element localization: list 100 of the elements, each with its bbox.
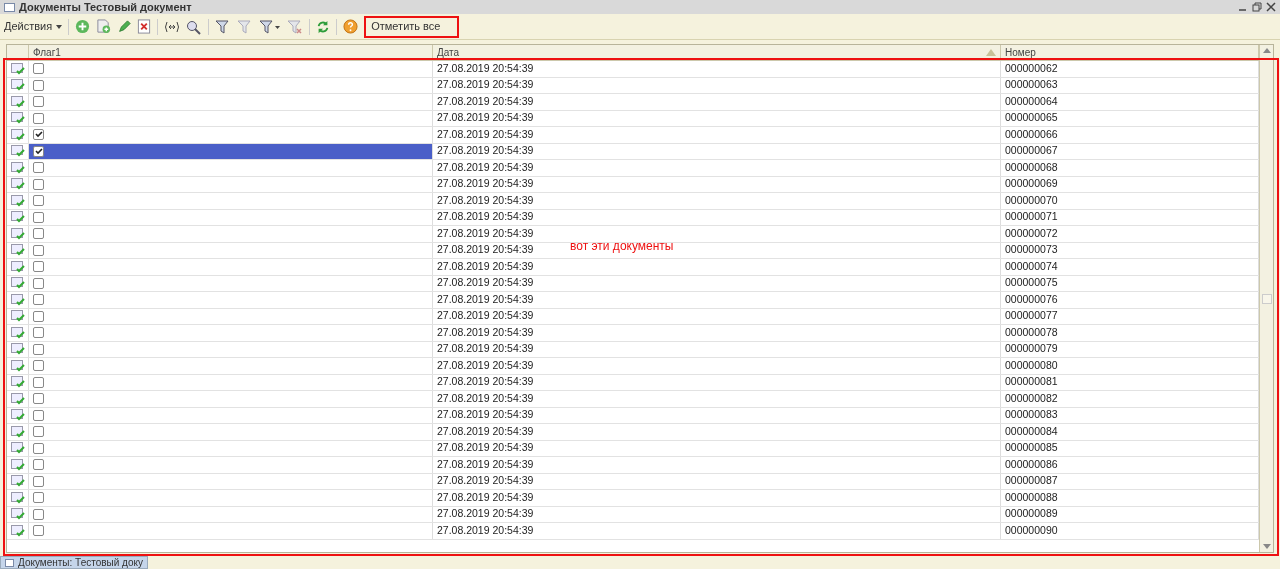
document-check-icon	[10, 326, 25, 339]
document-check-icon	[10, 343, 25, 356]
search-icon[interactable]	[186, 18, 203, 35]
document-check-icon	[10, 227, 25, 240]
document-check-icon	[10, 293, 25, 306]
document-check-icon	[10, 244, 25, 257]
document-check-icon	[10, 62, 25, 75]
checkbox[interactable]	[33, 112, 44, 124]
window-icon	[5, 558, 14, 567]
checkbox[interactable]	[33, 244, 44, 256]
table-cell: 27.08.2019 20:54:39	[433, 440, 1001, 456]
table-cell: 27.08.2019 20:54:39	[433, 391, 1001, 407]
document-check-icon	[10, 95, 25, 108]
checkbox[interactable]	[33, 195, 44, 207]
restore-icon[interactable]	[1252, 2, 1262, 12]
checkbox[interactable]	[33, 79, 44, 91]
window-title: Документы Тестовый документ	[19, 0, 192, 15]
pencil-icon[interactable]	[117, 19, 132, 34]
table-cell: 27.08.2019 20:54:39	[433, 457, 1001, 473]
table-cell: 27.08.2019 20:54:39	[433, 160, 1001, 176]
document-check-icon	[10, 392, 25, 405]
table-cell: 27.08.2019 20:54:39	[433, 325, 1001, 341]
taskbar-button[interactable]: Документы: Тестовый доку	[0, 556, 148, 569]
checkbox[interactable]	[33, 393, 44, 405]
checkbox[interactable]	[33, 211, 44, 223]
table-cell: 27.08.2019 20:54:39	[433, 176, 1001, 192]
checkbox[interactable]	[33, 261, 44, 273]
checkbox[interactable]	[33, 178, 44, 190]
checkbox[interactable]	[33, 327, 44, 339]
checkbox[interactable]	[33, 475, 44, 487]
checkbox[interactable]	[33, 508, 44, 520]
checkbox[interactable]	[33, 409, 44, 421]
document-check-icon	[10, 112, 25, 125]
document-check-icon	[10, 161, 25, 174]
document-check-icon	[10, 310, 25, 323]
checkbox[interactable]	[33, 459, 44, 471]
document-check-icon	[10, 425, 25, 438]
table-cell: 27.08.2019 20:54:39	[433, 77, 1001, 93]
document-check-icon	[10, 359, 25, 372]
document-check-icon	[10, 458, 25, 471]
filter-dropdown-icon[interactable]	[259, 18, 282, 35]
checkbox[interactable]	[33, 63, 44, 75]
scroll-up-icon[interactable]	[1262, 47, 1271, 55]
document-check-icon	[10, 409, 25, 422]
actions-menu-button[interactable]: Действия	[4, 18, 63, 35]
table-cell: 27.08.2019 20:54:39	[433, 523, 1001, 539]
checkbox[interactable]	[33, 96, 44, 108]
document-check-icon	[10, 194, 25, 207]
mark-all-button[interactable]: Отметить все	[364, 15, 460, 38]
document-check-icon	[10, 442, 25, 455]
parentheses-arrow-icon[interactable]	[164, 20, 181, 33]
checkbox[interactable]	[33, 310, 44, 322]
filter-icon[interactable]	[215, 18, 232, 35]
scroll-down-icon[interactable]	[1262, 542, 1271, 550]
table-cell: 27.08.2019 20:54:39	[433, 193, 1001, 209]
refresh-icon[interactable]	[316, 19, 331, 34]
checkbox[interactable]	[33, 162, 44, 174]
checkbox[interactable]	[33, 129, 44, 141]
table-cell: 27.08.2019 20:54:39	[433, 61, 1001, 77]
table-cell: 27.08.2019 20:54:39	[433, 275, 1001, 291]
column-header[interactable]: Номер	[1005, 45, 1036, 60]
close-icon[interactable]	[1266, 2, 1276, 12]
table-cell: 27.08.2019 20:54:39	[433, 506, 1001, 522]
scroll-thumb[interactable]	[1261, 293, 1272, 304]
document-check-icon	[10, 128, 25, 141]
window-icon	[4, 2, 15, 12]
document-check-icon	[10, 491, 25, 504]
table-cell: 27.08.2019 20:54:39	[433, 424, 1001, 440]
caret-icon	[56, 24, 63, 29]
table-cell: 27.08.2019 20:54:39	[433, 226, 1001, 242]
document-check-icon	[10, 145, 25, 158]
add-icon[interactable]	[75, 19, 91, 34]
checkbox[interactable]	[33, 442, 44, 454]
checkbox[interactable]	[33, 360, 44, 372]
checkbox[interactable]	[33, 376, 44, 388]
delete-icon[interactable]	[137, 19, 152, 34]
column-header[interactable]: Флаг1	[33, 45, 61, 60]
checkbox[interactable]	[33, 343, 44, 355]
checkbox[interactable]	[33, 525, 44, 537]
copy-document-icon[interactable]	[96, 19, 112, 34]
clear-filter-icon[interactable]	[287, 18, 304, 35]
checkbox[interactable]	[33, 228, 44, 240]
checkbox[interactable]	[33, 277, 44, 289]
table-cell: 27.08.2019 20:54:39	[433, 473, 1001, 489]
checkbox[interactable]	[33, 426, 44, 438]
checkbox[interactable]	[33, 294, 44, 306]
table-cell: 27.08.2019 20:54:39	[433, 110, 1001, 126]
checkbox[interactable]	[33, 492, 44, 504]
document-check-icon	[10, 277, 25, 290]
table-cell: 27.08.2019 20:54:39	[433, 341, 1001, 357]
document-check-icon	[10, 524, 25, 537]
help-icon[interactable]	[343, 19, 359, 34]
document-check-icon	[10, 260, 25, 273]
document-check-icon	[10, 178, 25, 191]
column-header[interactable]: Дата	[437, 45, 460, 60]
table-cell: 27.08.2019 20:54:39	[433, 374, 1001, 390]
sort-icon[interactable]	[986, 49, 996, 56]
scrollbar[interactable]	[1259, 45, 1273, 552]
table-cell: 27.08.2019 20:54:39	[433, 259, 1001, 275]
checkbox[interactable]	[33, 145, 44, 157]
